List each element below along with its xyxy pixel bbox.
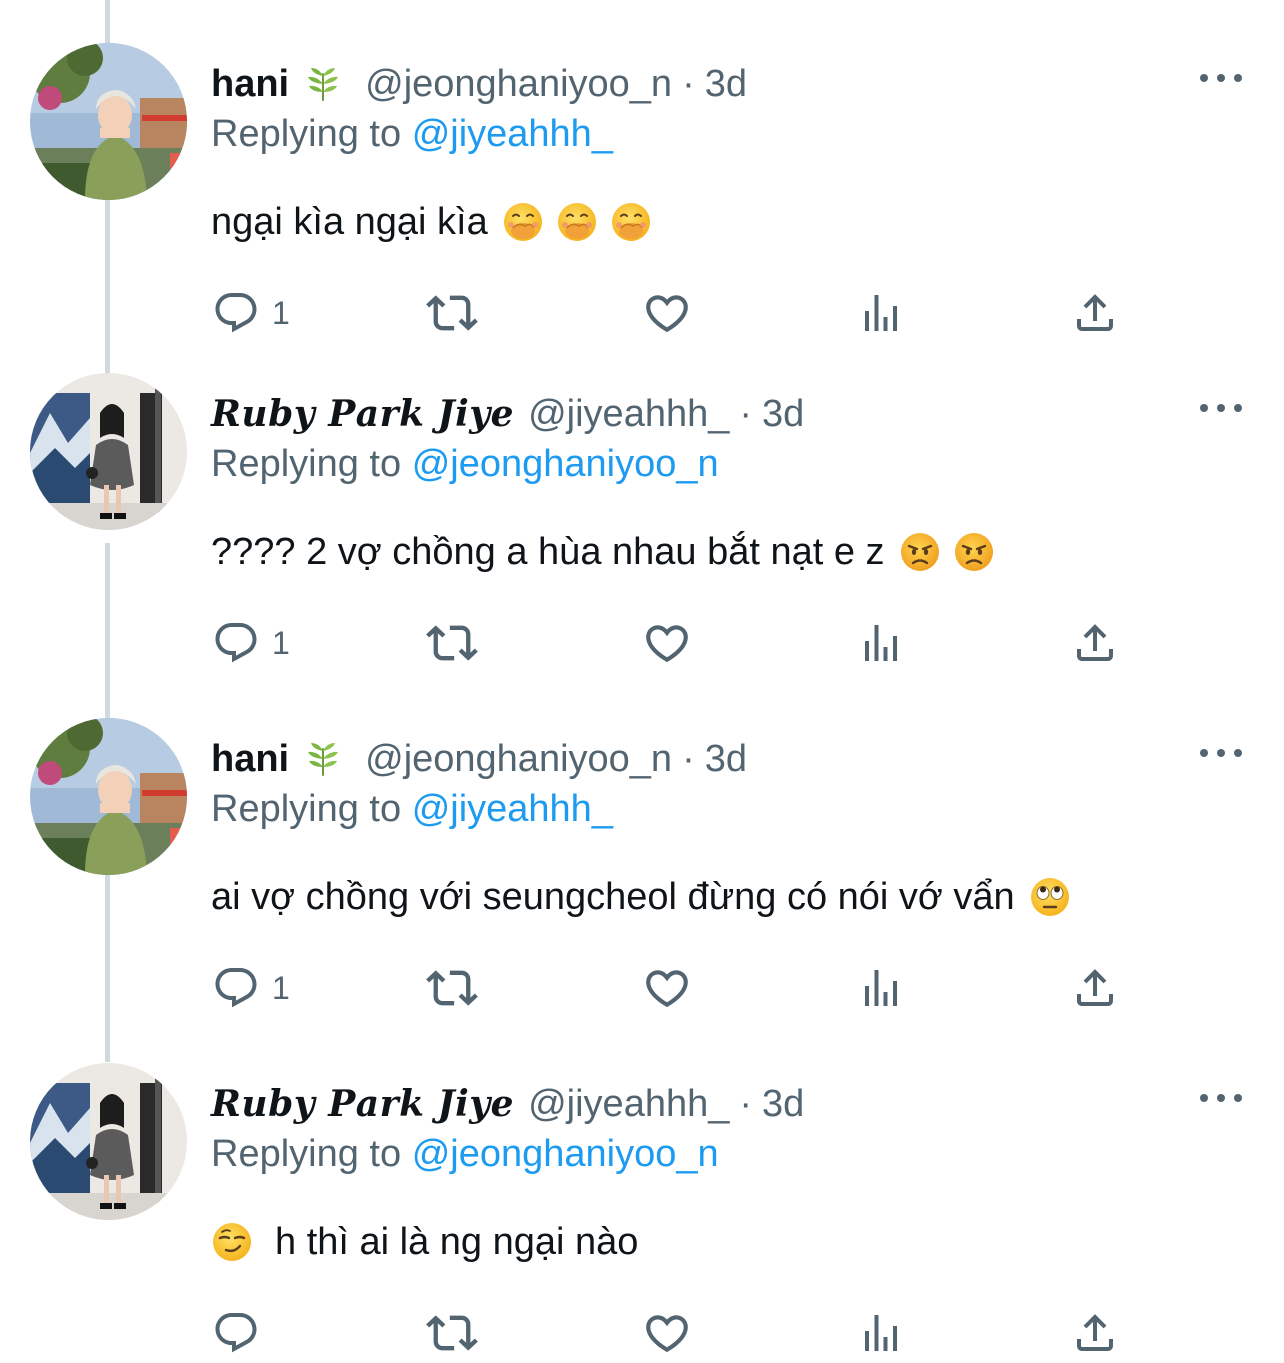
mention-link[interactable]: @jeonghaniyoo_n <box>412 443 719 485</box>
more-options-icon[interactable] <box>1200 741 1242 765</box>
tweet[interactable]: hani @jeonghaniyoo_n · 3d Replying to @j… <box>0 675 1284 1005</box>
replying-to: Replying to @jeonghaniyoo_n <box>211 1133 719 1176</box>
share-icon <box>1071 619 1119 667</box>
tweet[interactable]: 𝑹𝒖𝒃𝒚 𝑷𝒂𝒓𝒌 𝑱𝒊𝒚𝒆 @jiyeahhh_ · 3d Replying … <box>0 1020 1284 1350</box>
reply-count: 1 <box>272 969 290 1006</box>
analytics-icon <box>857 1309 905 1357</box>
replying-label: Replying to <box>211 443 402 485</box>
share-button[interactable] <box>1071 963 1119 1013</box>
reply-icon <box>212 619 260 667</box>
separator: · <box>739 1082 753 1125</box>
tweet[interactable]: hani @jeonghaniyoo_n · 3d Replying to @j… <box>0 0 1284 330</box>
like-button[interactable] <box>642 1308 692 1358</box>
avatar[interactable] <box>30 718 187 875</box>
hand-over-mouth-emoji-icon <box>556 201 598 243</box>
tweet-header: 𝑹𝒖𝒃𝒚 𝑷𝒂𝒓𝒌 𝑱𝒊𝒚𝒆 @jiyeahhh_ · 3d <box>211 1078 804 1130</box>
author-name[interactable]: hani <box>211 63 289 106</box>
author-handle[interactable]: @jiyeahhh_ <box>528 393 729 436</box>
mention-link[interactable]: @jiyeahhh_ <box>412 113 613 155</box>
tweet-header: hani @jeonghaniyoo_n · 3d <box>211 58 747 110</box>
share-icon <box>1071 964 1119 1012</box>
reply-button[interactable] <box>212 1308 260 1358</box>
tweet-text-content: ngại kìa ngại kìa <box>211 200 488 243</box>
smirk-emoji-icon <box>211 1221 253 1263</box>
tweet[interactable]: 𝑹𝒖𝒃𝒚 𝑷𝒂𝒓𝒌 𝑱𝒊𝒚𝒆 @jiyeahhh_ · 3d Replying … <box>0 330 1284 660</box>
heart-icon <box>642 963 692 1013</box>
tweet-actions <box>0 1308 1284 1358</box>
replying-label: Replying to <box>211 113 402 155</box>
timestamp[interactable]: 3d <box>705 63 747 106</box>
reply-count: 1 <box>272 294 290 331</box>
more-options-icon[interactable] <box>1200 1086 1242 1110</box>
replying-to: Replying to @jeonghaniyoo_n <box>211 443 719 486</box>
tweet-text-content: h thì ai là ng ngại nào <box>275 1220 639 1263</box>
tweet-text-content: ???? 2 vợ chồng a hùa nhau bắt nạt e z <box>211 530 885 573</box>
author-name[interactable]: 𝑹𝒖𝒃𝒚 𝑷𝒂𝒓𝒌 𝑱𝒊𝒚𝒆 <box>211 1083 514 1125</box>
tweet-actions: 1 <box>0 618 1284 668</box>
reply-count: 1 <box>272 624 290 661</box>
retweet-icon <box>426 617 478 669</box>
avatar[interactable] <box>30 1063 187 1220</box>
leaf-emoji-icon <box>303 64 343 104</box>
avatar[interactable] <box>30 373 187 530</box>
views-button[interactable] <box>857 618 905 668</box>
hand-over-mouth-emoji-icon <box>502 201 544 243</box>
tweet-text: h thì ai là ng ngại nào <box>211 1215 638 1269</box>
separator: · <box>682 62 695 105</box>
timestamp[interactable]: 3d <box>762 1083 804 1126</box>
author-handle[interactable]: @jeonghaniyoo_n <box>365 738 672 781</box>
mention-link[interactable]: @jeonghaniyoo_n <box>412 1133 719 1175</box>
retweet-button[interactable] <box>426 618 478 668</box>
retweet-icon <box>426 962 478 1014</box>
avatar[interactable] <box>30 43 187 200</box>
hand-over-mouth-emoji-icon <box>610 201 652 243</box>
angry-face-emoji-icon <box>953 531 995 573</box>
tweet-text-content: ai vợ chồng với seungcheol đừng có nói v… <box>211 875 1015 918</box>
retweet-icon <box>426 1307 478 1359</box>
more-options-icon[interactable] <box>1200 396 1242 420</box>
tweet-text: ai vợ chồng với seungcheol đừng có nói v… <box>211 870 1071 924</box>
heart-icon <box>642 1308 692 1358</box>
share-button[interactable] <box>1071 618 1119 668</box>
separator: · <box>682 737 695 780</box>
reply-icon <box>212 1309 260 1357</box>
author-name[interactable]: 𝑹𝒖𝒃𝒚 𝑷𝒂𝒓𝒌 𝑱𝒊𝒚𝒆 <box>211 393 514 435</box>
reply-button[interactable]: 1 <box>212 963 290 1013</box>
timestamp[interactable]: 3d <box>762 393 804 436</box>
retweet-button[interactable] <box>426 1308 478 1358</box>
leaf-emoji-icon <box>303 739 343 779</box>
timestamp[interactable]: 3d <box>705 738 747 781</box>
analytics-icon <box>857 619 905 667</box>
replying-to: Replying to @jiyeahhh_ <box>211 788 613 831</box>
replying-label: Replying to <box>211 1133 402 1175</box>
retweet-button[interactable] <box>426 963 478 1013</box>
more-options-icon[interactable] <box>1200 66 1242 90</box>
author-handle[interactable]: @jeonghaniyoo_n <box>365 63 672 106</box>
eye-roll-emoji-icon <box>1029 876 1071 918</box>
heart-icon <box>642 618 692 668</box>
tweet-text: ngại kìa ngại kìa <box>211 195 652 249</box>
tweet-header: hani @jeonghaniyoo_n · 3d <box>211 733 747 785</box>
tweet-actions: 1 <box>0 963 1284 1013</box>
angry-face-emoji-icon <box>899 531 941 573</box>
like-button[interactable] <box>642 963 692 1013</box>
author-handle[interactable]: @jiyeahhh_ <box>528 1083 729 1126</box>
views-button[interactable] <box>857 963 905 1013</box>
like-button[interactable] <box>642 618 692 668</box>
replying-label: Replying to <box>211 788 402 830</box>
reply-icon <box>212 964 260 1012</box>
tweet-text: ???? 2 vợ chồng a hùa nhau bắt nạt e z <box>211 525 995 579</box>
views-button[interactable] <box>857 1308 905 1358</box>
replying-to: Replying to @jiyeahhh_ <box>211 113 613 156</box>
share-button[interactable] <box>1071 1308 1119 1358</box>
tweet-header: 𝑹𝒖𝒃𝒚 𝑷𝒂𝒓𝒌 𝑱𝒊𝒚𝒆 @jiyeahhh_ · 3d <box>211 388 804 440</box>
author-name[interactable]: hani <box>211 738 289 781</box>
reply-button[interactable]: 1 <box>212 618 290 668</box>
share-icon <box>1071 1309 1119 1357</box>
separator: · <box>739 392 753 435</box>
mention-link[interactable]: @jiyeahhh_ <box>412 788 613 830</box>
analytics-icon <box>857 964 905 1012</box>
